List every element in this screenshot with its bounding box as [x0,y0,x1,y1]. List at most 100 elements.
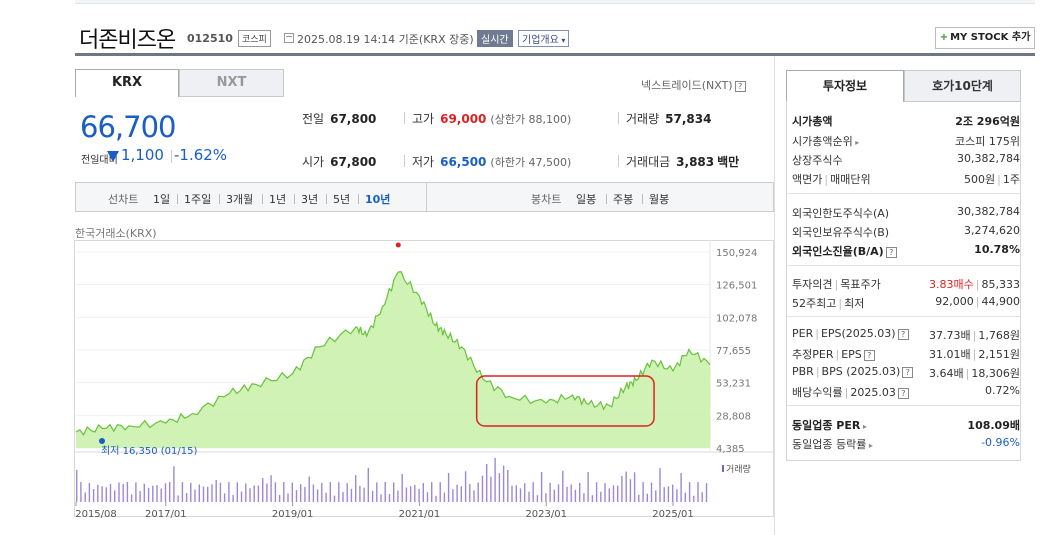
volume-bar [160,488,162,502]
volume-bar [579,482,581,502]
x-tick-label: 2021/01 [399,509,441,520]
volume-bar [219,482,222,502]
volume-bar [680,473,682,502]
volume-bar [393,482,395,502]
y-tick-label: 4,385 [716,444,745,455]
volume-bar [359,485,361,502]
mystock-add-button[interactable]: + MY STOCK 추가 [935,27,1035,49]
divider [404,155,405,167]
volume-bar [325,492,327,502]
volume-bar [283,482,285,502]
divider [219,194,220,204]
low-annotation: 최저 16,350 (01/15) [101,445,197,457]
volume-bar [202,486,205,502]
help-icon[interactable]: ? [734,80,746,92]
volume-bar [604,483,606,502]
y-tick-label: 150,924 [716,248,757,259]
period-1w[interactable]: 1주일 [184,191,211,207]
company-name: 더존비즈온 [79,28,176,53]
volume-bar [101,486,103,502]
high-price: 고가 69,000 (상한가 88,100) [412,112,572,126]
sector-change-row[interactable]: 동일업종 등락률 ▸ -0.96% [792,436,1020,452]
divider [618,112,619,124]
volume-bar [532,482,534,502]
sector-per-row[interactable]: 동일업종 PER ▸ 108.09배 [792,417,1020,433]
change-value: 1,100 [121,146,164,164]
volume-bar [705,483,708,502]
tab-nxt[interactable]: NXT [179,69,284,97]
candle-monthly[interactable]: 월봉 [649,191,669,207]
volume-bar [169,481,171,502]
volume-bar [118,482,120,502]
line-chart-label: 선차트 [108,193,139,206]
period-3m[interactable]: 3개월 [226,191,253,207]
volume-bar [228,482,230,502]
volume-bar [198,484,200,502]
period-1d[interactable]: 1일 [153,191,170,207]
tab-krx[interactable]: KRX [75,69,179,97]
y-tick-label: 126,501 [716,281,757,292]
volume-bar [300,484,302,502]
volume-bar [697,482,699,502]
volume-bar [672,484,674,502]
foreign-ratio-row: 외국인소진율(B/A)? 10.78% [792,243,1020,258]
volume-bar [147,487,150,502]
help-icon[interactable]: ? [863,349,875,361]
corp-info-dropdown[interactable]: 기업개요 ▾ [518,30,570,47]
tab-invest-info[interactable]: 투자정보 [786,70,904,102]
x-tick-label: 2025/01 [652,509,694,520]
divider [404,112,405,124]
volume-bar [528,491,530,502]
market-cap-rank-row[interactable]: 시가총액순위 ▸ 코스피 175위 [792,133,1020,149]
price-chart[interactable]: 150,924 126,501 102,078 77,655 53,231 28,808 4… [74,240,774,525]
volume-bar [540,472,543,502]
down-arrow-icon [107,151,119,162]
volume-bar [380,494,382,502]
help-icon[interactable]: ? [897,387,909,399]
period-10y[interactable]: 10년 [365,191,390,207]
volume-bar [80,482,82,502]
divider [294,194,295,204]
volume-bar [469,484,471,502]
help-icon[interactable]: ? [897,328,909,340]
market-cap-row: 시가총액 2조 296억원 [792,115,1020,128]
nxt-link[interactable]: 넥스트레이드(NXT)? [641,77,746,93]
volume-bar [207,486,209,502]
volume-bar [464,471,467,502]
volume-bar [308,476,310,502]
volume-bar [316,489,319,502]
volume-bar [84,492,86,502]
volume-bar [223,493,226,502]
volume-bar [566,486,568,502]
volume-bar [114,490,116,502]
volume-bar [249,488,251,502]
volume-bar [600,491,602,502]
volume-bar [633,472,636,502]
volume-bar [486,464,488,502]
volume-bar [409,486,412,502]
pbr-bps-row: PBR | BPS (2025.03)? 3.64배 | 18,306원 [792,365,1020,380]
volume-bar [333,495,336,502]
period-1y[interactable]: 1년 [269,191,286,207]
realtime-badge[interactable]: 실시간 [477,30,513,47]
candle-weekly[interactable]: 주봉 [613,191,633,207]
volume-bar [625,471,627,502]
candle-daily[interactable]: 일봉 [576,191,596,207]
tab-order-book[interactable]: 호가10단계 [904,70,1021,102]
volume-bar [164,483,167,502]
volume-bar [456,484,458,502]
volume-bar [663,487,665,502]
help-icon[interactable]: ? [902,366,914,378]
volume-bar [684,492,686,502]
chart-source: 한국거래소(KRX) [75,227,157,240]
volume-bar [477,482,479,502]
period-5y[interactable]: 5년 [333,191,350,207]
volume-bar [88,483,91,502]
volume-bar [642,482,644,502]
help-icon[interactable]: ? [885,246,897,258]
volume-bar [549,482,551,502]
period-3y[interactable]: 3년 [301,191,318,207]
volume-bar [638,494,640,502]
foreign-limit-row: 외국인한도주식수(A) 30,382,784 [792,205,1020,220]
y-tick-label: 28,808 [716,411,751,422]
